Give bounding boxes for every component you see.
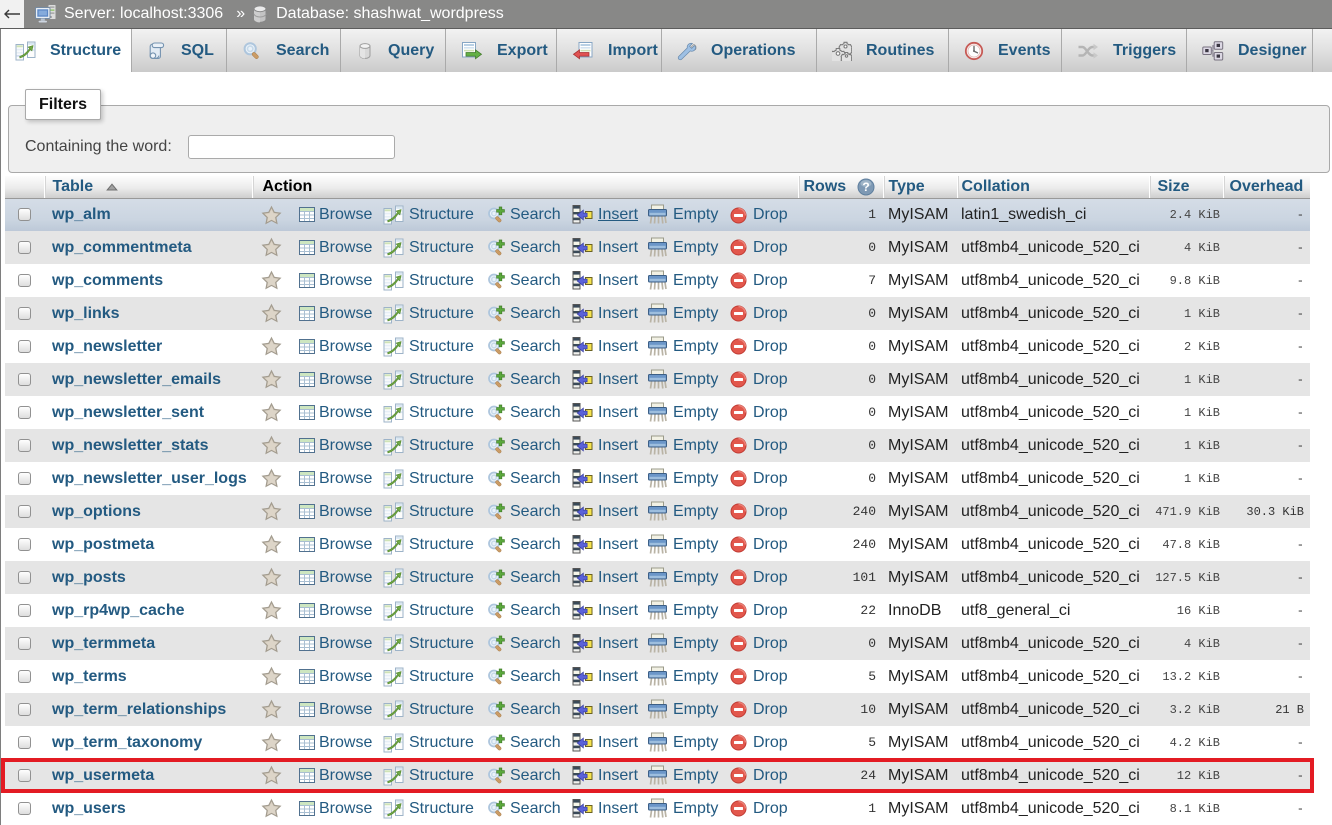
svg-text:?: ? xyxy=(863,180,870,194)
